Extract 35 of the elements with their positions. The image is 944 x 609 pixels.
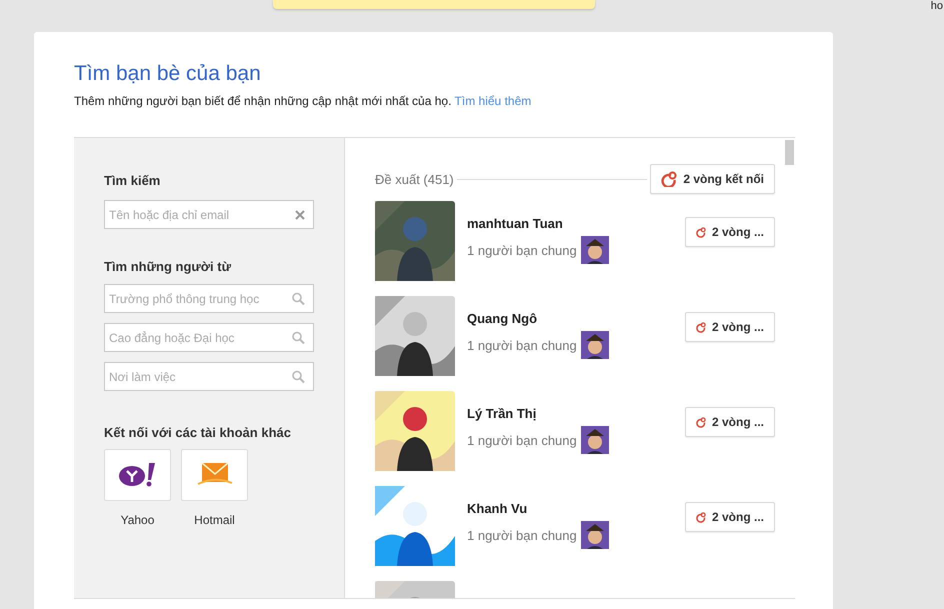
search-icon	[292, 331, 305, 344]
search-icon	[292, 370, 305, 383]
corner-text: ho	[930, 0, 943, 12]
mutual-friends: 1 người bạn chung	[467, 338, 577, 352]
account-button[interactable]	[104, 449, 171, 501]
person-name[interactable]: Lý Trần Thị	[467, 406, 685, 421]
account-label: Yahoo	[120, 513, 154, 527]
mutual-friends: 1 người bạn chung	[467, 528, 577, 542]
close-icon[interactable]	[295, 210, 305, 220]
person-name[interactable]: manhtuan Tuan	[467, 216, 685, 231]
person-name[interactable]: Quang Ngô	[467, 311, 685, 326]
section-heading: Tìm kiếm	[104, 173, 162, 188]
mutual-friends: 1 người bạn chung	[467, 432, 577, 448]
account-label: Hotmail	[194, 513, 235, 527]
scrollbar-thumb[interactable]	[785, 140, 794, 165]
input-field[interactable]: Trường phổ thông trung học	[104, 284, 314, 313]
add-to-circles-button[interactable]: 2 vòng ...	[685, 217, 775, 247]
section-heading: Kết nối với các tài khoản khác	[104, 425, 292, 440]
yahoo-logo-icon	[118, 462, 158, 488]
add-to-circles-button[interactable]: 2 vòng kết nối	[650, 164, 775, 194]
subtitle: Thêm những người bạn biết để nhận những cập nhật mới nhất của họ.	[74, 94, 452, 108]
search-field[interactable]: Tên hoặc địa chỉ email	[104, 200, 314, 229]
person-name[interactable]: Khanh Vu	[467, 501, 685, 516]
input-field[interactable]: Nơi làm việc	[104, 362, 314, 391]
add-to-circles-button[interactable]: 2 vòng ...	[685, 312, 775, 342]
suggestions-heading: Đề xuất (451)	[375, 172, 454, 186]
envelope-icon	[196, 462, 232, 488]
search-icon	[292, 292, 305, 305]
add-to-circles-button[interactable]: 2 vòng ...	[685, 502, 775, 532]
input-field[interactable]: Cao đẳng hoặc Đại học	[104, 323, 314, 352]
circles-icon	[661, 171, 678, 187]
add-to-circles-button[interactable]: 2 vòng ...	[685, 407, 775, 437]
mutual-friends: 1 người bạn chung	[467, 242, 577, 258]
section-heading: Tìm những người từ	[104, 259, 232, 274]
page-title: Tìm bạn bè của bạn	[74, 62, 262, 86]
